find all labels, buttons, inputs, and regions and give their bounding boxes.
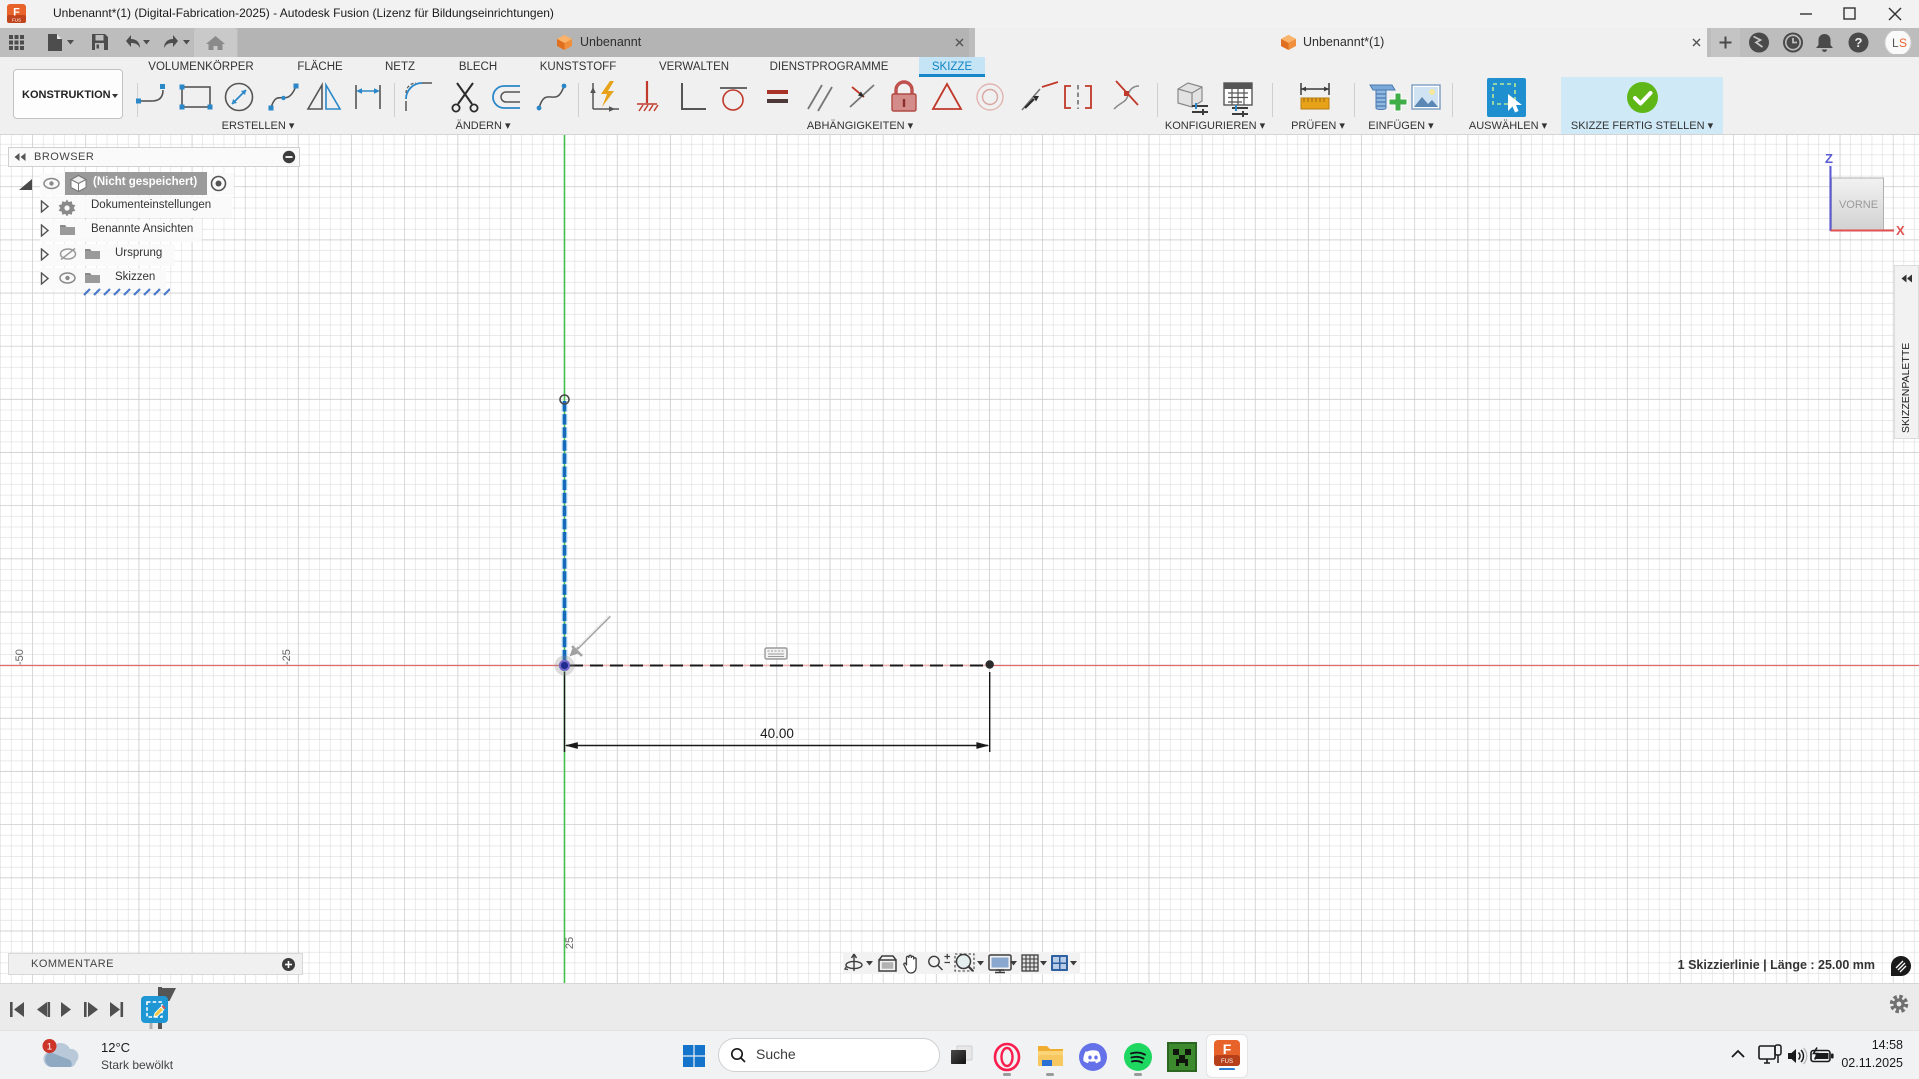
svg-text:S: S: [1899, 36, 1907, 50]
svg-text:X: X: [1896, 223, 1905, 238]
svg-text:L: L: [1892, 36, 1899, 50]
svg-text:FUS: FUS: [12, 18, 21, 23]
svg-text:Z: Z: [1825, 152, 1833, 166]
svg-text:VORNE: VORNE: [1839, 199, 1878, 211]
svg-text:FUS: FUS: [1221, 1059, 1233, 1065]
svg-text:1: 1: [47, 1042, 52, 1053]
svg-text:F: F: [1223, 1041, 1232, 1057]
svg-text:25: 25: [564, 937, 576, 949]
svg-text:40.00: 40.00: [760, 726, 794, 741]
svg-text:?: ?: [1855, 35, 1863, 50]
svg-text:-25: -25: [281, 649, 293, 665]
svg-text:-50: -50: [14, 649, 26, 665]
